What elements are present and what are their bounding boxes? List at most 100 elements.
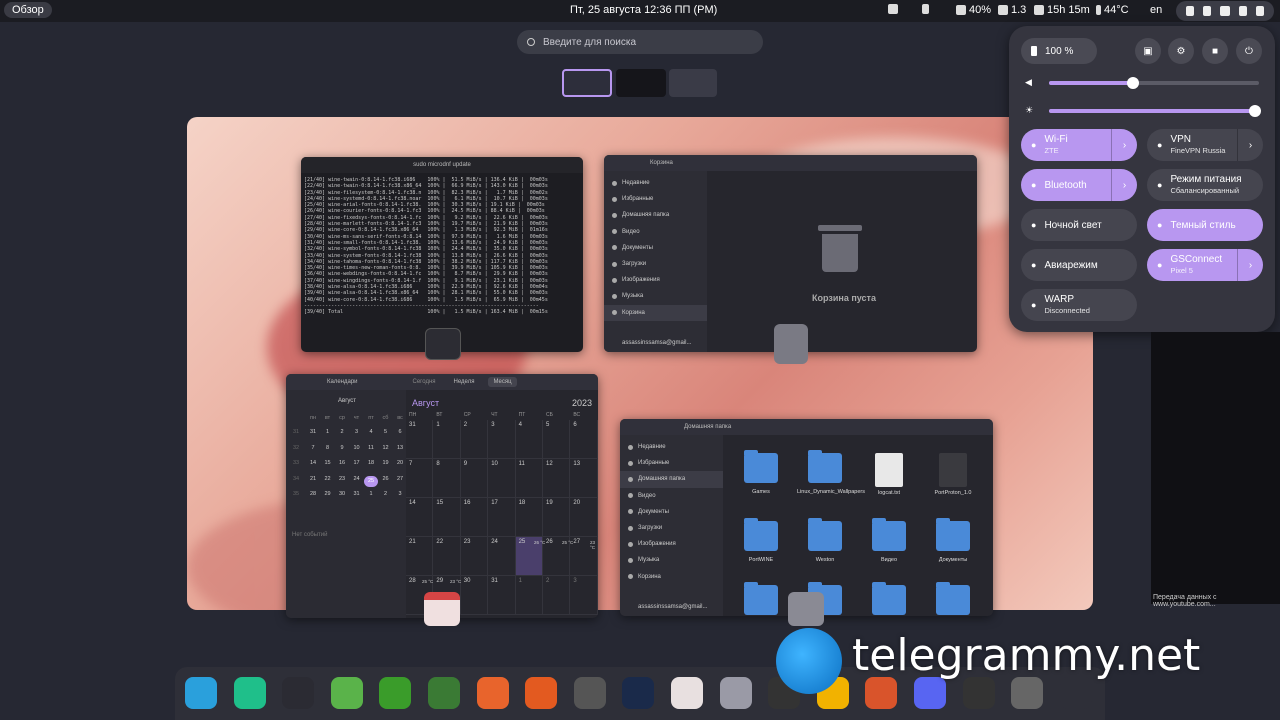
telegram-icon[interactable] bbox=[185, 677, 217, 709]
month-day-cell[interactable]: 22 bbox=[433, 537, 461, 576]
calendar-titlebar[interactable]: Календари Сегодня Неделя Месяц bbox=[286, 374, 598, 390]
toggle-bluetooth[interactable]: ● Bluetooth › bbox=[1021, 169, 1137, 201]
mini-day[interactable]: 9 bbox=[335, 445, 349, 451]
power-button[interactable]: ⏻ bbox=[1236, 38, 1262, 64]
game-icon[interactable] bbox=[865, 677, 898, 709]
toggle-wi-fi[interactable]: ● Wi-Fi ZTE › bbox=[1021, 129, 1137, 161]
month-day-cell[interactable]: 3 bbox=[488, 420, 516, 459]
month-day-cell[interactable]: 1 bbox=[515, 576, 543, 615]
month-day-cell[interactable]: 16 bbox=[460, 498, 489, 537]
month-day-cell[interactable]: 18 bbox=[515, 498, 543, 537]
month-day-cell[interactable]: 13 bbox=[570, 459, 598, 498]
tree-icon[interactable] bbox=[428, 677, 460, 709]
month-day-cell[interactable]: 31 bbox=[488, 576, 516, 615]
mini-day[interactable]: 3 bbox=[350, 429, 364, 435]
files-trash-window[interactable]: Корзина Недавние Избранные Домашняя папка В… bbox=[604, 155, 977, 352]
keyboard-layout[interactable]: en bbox=[1150, 4, 1162, 16]
sync-icon[interactable] bbox=[233, 677, 266, 709]
month-day-cell[interactable]: 6 bbox=[570, 420, 598, 459]
minecraft-icon[interactable] bbox=[379, 677, 412, 709]
mini-day[interactable]: 19 bbox=[379, 460, 393, 466]
file-item[interactable]: Weston bbox=[797, 518, 853, 563]
mini-day[interactable]: 21 bbox=[306, 476, 320, 482]
discord-icon[interactable] bbox=[914, 677, 946, 709]
mini-day[interactable]: 27 bbox=[393, 476, 407, 482]
system-menu-button[interactable] bbox=[1176, 1, 1274, 21]
toggle-arrow[interactable]: › bbox=[1237, 129, 1263, 161]
mini-day[interactable]: 5 bbox=[379, 429, 393, 435]
steam-icon[interactable] bbox=[622, 677, 655, 709]
month-day-cell[interactable]: 19 bbox=[543, 498, 571, 537]
mini-day[interactable]: 6 bbox=[393, 429, 407, 435]
week-view-tab[interactable]: Неделя bbox=[454, 379, 475, 385]
file-item[interactable] bbox=[861, 582, 917, 616]
month-day-cell[interactable]: 15 bbox=[433, 498, 461, 537]
today-button[interactable]: Сегодня bbox=[413, 379, 436, 385]
mini-day[interactable]: 29 bbox=[321, 491, 335, 497]
mini-day[interactable]: 31 bbox=[306, 429, 320, 435]
month-day-cell[interactable]: 12 bbox=[543, 459, 571, 498]
firefox-icon[interactable] bbox=[476, 677, 509, 709]
terminal-icon[interactable] bbox=[962, 677, 995, 709]
sidebar-item[interactable]: Музыка bbox=[604, 288, 707, 304]
screenshot-button[interactable]: ▣ bbox=[1135, 38, 1161, 64]
mini-day[interactable]: 24 bbox=[350, 476, 364, 482]
volume-slider[interactable] bbox=[1049, 77, 1259, 89]
mini-day[interactable]: 18 bbox=[364, 460, 378, 466]
brightness-slider-knob[interactable] bbox=[1248, 105, 1261, 117]
mini-day[interactable]: 3 bbox=[393, 491, 407, 497]
files-home-titlebar[interactable]: Домашняя папка bbox=[620, 419, 993, 435]
mini-day[interactable]: 20 bbox=[393, 460, 407, 466]
settings-button[interactable]: ⚙ bbox=[1168, 38, 1194, 64]
toggle-режим-питания[interactable]: ● Режим питания Сбалансированный bbox=[1147, 169, 1263, 201]
toggle-gsconnect[interactable]: ● GSConnect Pixel 5 › bbox=[1147, 249, 1263, 281]
files-titlebar[interactable]: Корзина bbox=[604, 155, 977, 171]
mini-day[interactable]: 1 bbox=[321, 429, 335, 435]
calendar-window[interactable]: Календари Сегодня Неделя Месяц Август Не… bbox=[286, 374, 598, 618]
sidebar-item[interactable]: Корзина bbox=[620, 569, 723, 585]
terminal-titlebar[interactable]: sudo microdnf update bbox=[301, 157, 583, 173]
sidebar-item[interactable]: Документы bbox=[604, 240, 707, 256]
month-day-cell[interactable]: 30 bbox=[460, 576, 489, 615]
toggle-arrow[interactable]: › bbox=[1111, 129, 1137, 161]
month-day-cell[interactable]: 5 bbox=[543, 420, 571, 459]
mini-day[interactable]: 8 bbox=[321, 445, 335, 451]
cpu-indicator[interactable]: 1.3 bbox=[998, 4, 1026, 16]
month-day-cell[interactable]: 2 bbox=[460, 420, 489, 459]
month-day-cell[interactable]: 14 bbox=[406, 498, 434, 537]
mini-day[interactable]: 26 bbox=[379, 476, 393, 482]
file-item[interactable]: Linux_Dynamic_Wallpapers bbox=[797, 450, 865, 495]
month-day-cell[interactable]: 17 bbox=[488, 498, 516, 537]
workspace-thumbnail-3[interactable] bbox=[669, 69, 717, 97]
file-item[interactable] bbox=[925, 582, 981, 616]
toggle-ночной-свет[interactable]: ● Ночной свет bbox=[1021, 209, 1137, 241]
trash-icon[interactable] bbox=[1011, 677, 1044, 709]
clipboard-indicator[interactable] bbox=[922, 4, 929, 14]
month-day-cell[interactable]: 31 bbox=[406, 420, 434, 459]
sidebar-item[interactable]: Домашняя папка bbox=[620, 471, 723, 488]
account-entry[interactable]: assassinssamsa@gmail... bbox=[620, 598, 723, 616]
toggle-warp[interactable]: ● WARP Disconnected bbox=[1021, 289, 1137, 321]
toggle-авиарежим[interactable]: ● Авиарежим bbox=[1021, 249, 1137, 281]
location-bar[interactable]: Корзина bbox=[650, 160, 673, 166]
mini-day[interactable]: 14 bbox=[306, 460, 320, 466]
clock[interactable]: Пт, 25 августа 12:36 ПП (PM) bbox=[570, 4, 717, 16]
month-day-cell[interactable]: 23 bbox=[460, 537, 489, 576]
mini-day[interactable]: 1 bbox=[364, 491, 378, 497]
month-view-tab[interactable]: Месяц bbox=[488, 377, 517, 387]
sidebar-item[interactable]: Изображения bbox=[620, 536, 723, 552]
sidebar-item[interactable]: Загрузки bbox=[604, 256, 707, 272]
month-day-cell[interactable]: 10 bbox=[488, 459, 516, 498]
volume-slider-knob[interactable] bbox=[1127, 77, 1139, 89]
mini-day[interactable]: 30 bbox=[335, 491, 349, 497]
sidebar-item[interactable]: Домашняя папка bbox=[604, 207, 707, 223]
mini-day[interactable]: 13 bbox=[393, 445, 407, 451]
battery-indicator[interactable]: 40% bbox=[956, 4, 991, 16]
sidebar-item[interactable]: Загрузки bbox=[620, 520, 723, 536]
sidebar-item[interactable]: Видео bbox=[604, 224, 707, 240]
temperature-indicator[interactable]: 44°C bbox=[1096, 4, 1129, 16]
workspace-thumbnail-1[interactable] bbox=[562, 69, 612, 97]
mini-day[interactable]: 31 bbox=[350, 491, 364, 497]
account-entry[interactable]: assassinssamsa@gmail... bbox=[604, 334, 707, 352]
mini-day[interactable]: 7 bbox=[306, 445, 320, 451]
